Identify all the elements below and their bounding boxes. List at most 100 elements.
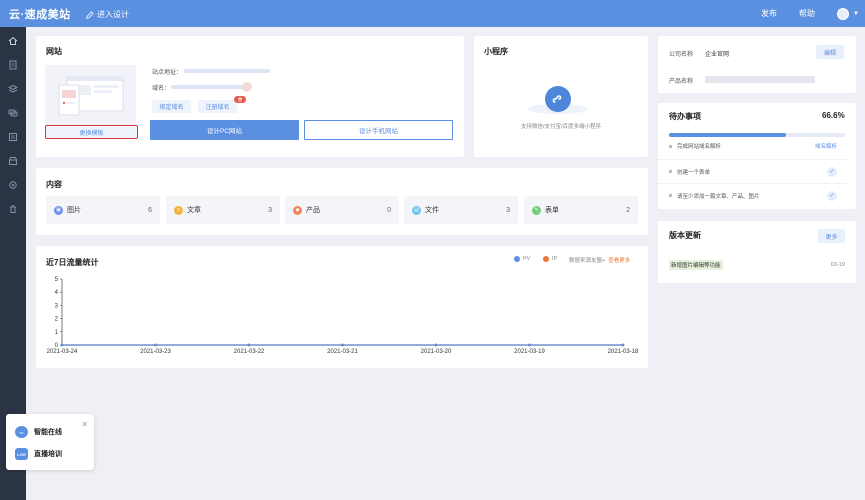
miniprogram-icon[interactable] [545, 86, 571, 112]
data-point-pv [154, 343, 157, 347]
bullet-icon [669, 170, 672, 173]
website-card: 网站 更换模板 站点地址： 域名： 绑定域名 注册域名 惠 设计PC网站 设计手… [36, 36, 464, 157]
product-name-label: 产品名称 [669, 79, 694, 85]
live-training-label: 直播培训 [34, 451, 62, 458]
design-mobile-button[interactable]: 设计手机网站 [304, 120, 453, 140]
bind-domain-button[interactable]: 绑定域名 [152, 100, 191, 113]
todo-item[interactable]: 创建一个表单 ✓ [658, 159, 848, 183]
y-tick-label: 4 [55, 290, 59, 296]
site-address-label: 站点地址： [152, 70, 183, 76]
todo-item-text: 完成网站域名解析 [677, 144, 722, 150]
chat-bubble-icon: ••• [15, 426, 28, 438]
content-tile-files[interactable]: ▤ 文件 3 [404, 196, 518, 224]
x-tick-label: 2021-03-21 [327, 349, 358, 355]
register-domain-button[interactable]: 注册域名 [198, 100, 237, 113]
top-bar: 云·速成美站 进入设计 发布 帮助 ▼ [0, 0, 865, 27]
more-updates-button[interactable]: 更多 [818, 229, 845, 243]
enter-design-link[interactable]: 进入设计 [86, 9, 129, 20]
enter-design-label: 进入设计 [97, 10, 129, 19]
home-icon[interactable] [7, 35, 19, 47]
todo-item-text: 创建一个表单 [677, 169, 711, 176]
data-point-pv [341, 343, 344, 347]
document-icon[interactable] [7, 59, 19, 71]
update-item[interactable]: 新增图片编辑等功能 03-19 [669, 259, 845, 271]
data-point-pv [621, 343, 625, 347]
bullet-icon [669, 194, 672, 197]
todo-card: 待办事项 66.6% 完成网站域名解析 域名解析 创建一个表单 ✓ 请至少添加一… [658, 103, 856, 209]
tile-count: 6 [148, 206, 152, 214]
edit-button[interactable]: 编辑 [816, 45, 844, 59]
app-logo[interactable]: 云·速成美站 [9, 6, 71, 22]
smart-online-label: 智能在线 [34, 429, 62, 436]
design-pc-button[interactable]: 设计PC网站 [150, 120, 299, 140]
tile-count: 3 [268, 206, 272, 214]
chat-icon[interactable] [7, 107, 19, 119]
update-item-date: 03-19 [830, 262, 845, 268]
trash-icon[interactable] [7, 203, 19, 215]
traffic-chart: 0123452021-03-24 2021-03-23 2021-03-22 2021… [47, 277, 639, 355]
update-card-title: 版本更新 [669, 231, 701, 240]
company-name-value: 企业官网 [705, 52, 730, 58]
x-tick-label: 2021-03-19 [514, 349, 545, 355]
bullet-icon [669, 144, 672, 148]
miniprogram-desc: 支持微信/支付宝/百度多端小程序 [520, 124, 602, 130]
site-address-value[interactable] [184, 69, 270, 73]
discount-badge: 惠 [234, 96, 246, 103]
change-template-button[interactable]: 更换模板 [45, 125, 138, 139]
y-tick-label: 2 [55, 317, 59, 323]
data-point-pv [434, 343, 438, 347]
tile-count: 2 [626, 206, 630, 214]
todo-item-text: 请至少添加一篇文章、产品、图片 [677, 193, 760, 200]
article-icon: ≡ [174, 205, 183, 215]
y-tick-label: 5 [55, 277, 59, 283]
x-tick-label: 2021-03-20 [421, 349, 452, 355]
company-card: 公司名称 企业官网 编辑 产品名称 [658, 36, 856, 93]
x-tick-label: 2021-03-18 [608, 349, 639, 355]
domain-status-icon [242, 82, 252, 92]
update-item-text: 新增图片编辑等功能 [669, 260, 723, 270]
shop-icon[interactable] [7, 155, 19, 167]
template-thumbnail[interactable] [45, 65, 136, 129]
form-icon: ✎ [532, 205, 541, 215]
pencil-icon [86, 10, 94, 19]
check-icon: ✓ [827, 166, 837, 177]
chevron-down-icon[interactable]: ▼ [853, 11, 859, 17]
avatar[interactable] [837, 7, 850, 20]
smart-online-button[interactable]: ••• 智能在线 [15, 426, 62, 438]
domain-value[interactable] [171, 85, 247, 89]
gear-icon[interactable] [7, 179, 19, 191]
content-tile-forms[interactable]: ✎ 表单 2 [524, 196, 638, 224]
data-point-pv [247, 343, 251, 347]
live-training-button[interactable]: LIVE 直播培训 [15, 448, 62, 460]
miniprogram-card-title: 小程序 [484, 47, 508, 56]
check-icon: ✓ [827, 190, 837, 201]
tile-label: 产品 [306, 207, 320, 214]
live-icon: LIVE [15, 448, 28, 460]
content-tile-articles[interactable]: ≡ 文章 3 [166, 196, 280, 224]
x-tick-label: 2021-03-24 [47, 349, 78, 355]
content-card: 内容 ▣ 图片 6 ≡ 文章 3 ◆ 产品 0 ▤ 文件 3 ✎ 表单 2 [36, 168, 648, 235]
x-tick-label: 2021-03-22 [234, 349, 265, 355]
publish-link[interactable]: 发布 [761, 8, 777, 19]
content-tile-products[interactable]: ◆ 产品 0 [285, 196, 399, 224]
website-preview-icon [58, 76, 124, 116]
todo-item[interactable]: 请至少添加一篇文章、产品、图片 ✓ [658, 183, 848, 207]
layers-icon[interactable] [7, 83, 19, 95]
close-icon[interactable]: ✕ [81, 420, 88, 429]
tile-label: 表单 [545, 207, 559, 214]
todo-card-title: 待办事项 [669, 112, 701, 121]
content-tile-images[interactable]: ▣ 图片 6 [46, 196, 160, 224]
tile-label: 文件 [425, 207, 439, 214]
tile-count: 0 [387, 206, 391, 214]
website-card-title: 网站 [46, 47, 62, 56]
support-widget: ✕ ••• 智能在线 LIVE 直播培训 [6, 414, 94, 470]
list-icon[interactable] [7, 131, 19, 143]
file-icon: ▤ [412, 205, 421, 215]
product-name-value [705, 76, 815, 83]
tile-count: 3 [506, 206, 510, 214]
todo-item[interactable]: 完成网站域名解析 域名解析 [658, 134, 848, 158]
tile-label: 文章 [187, 207, 201, 214]
domain-resolve-link[interactable]: 域名解析 [815, 142, 837, 150]
help-link[interactable]: 帮助 [799, 8, 815, 19]
data-point-pv [60, 343, 64, 347]
